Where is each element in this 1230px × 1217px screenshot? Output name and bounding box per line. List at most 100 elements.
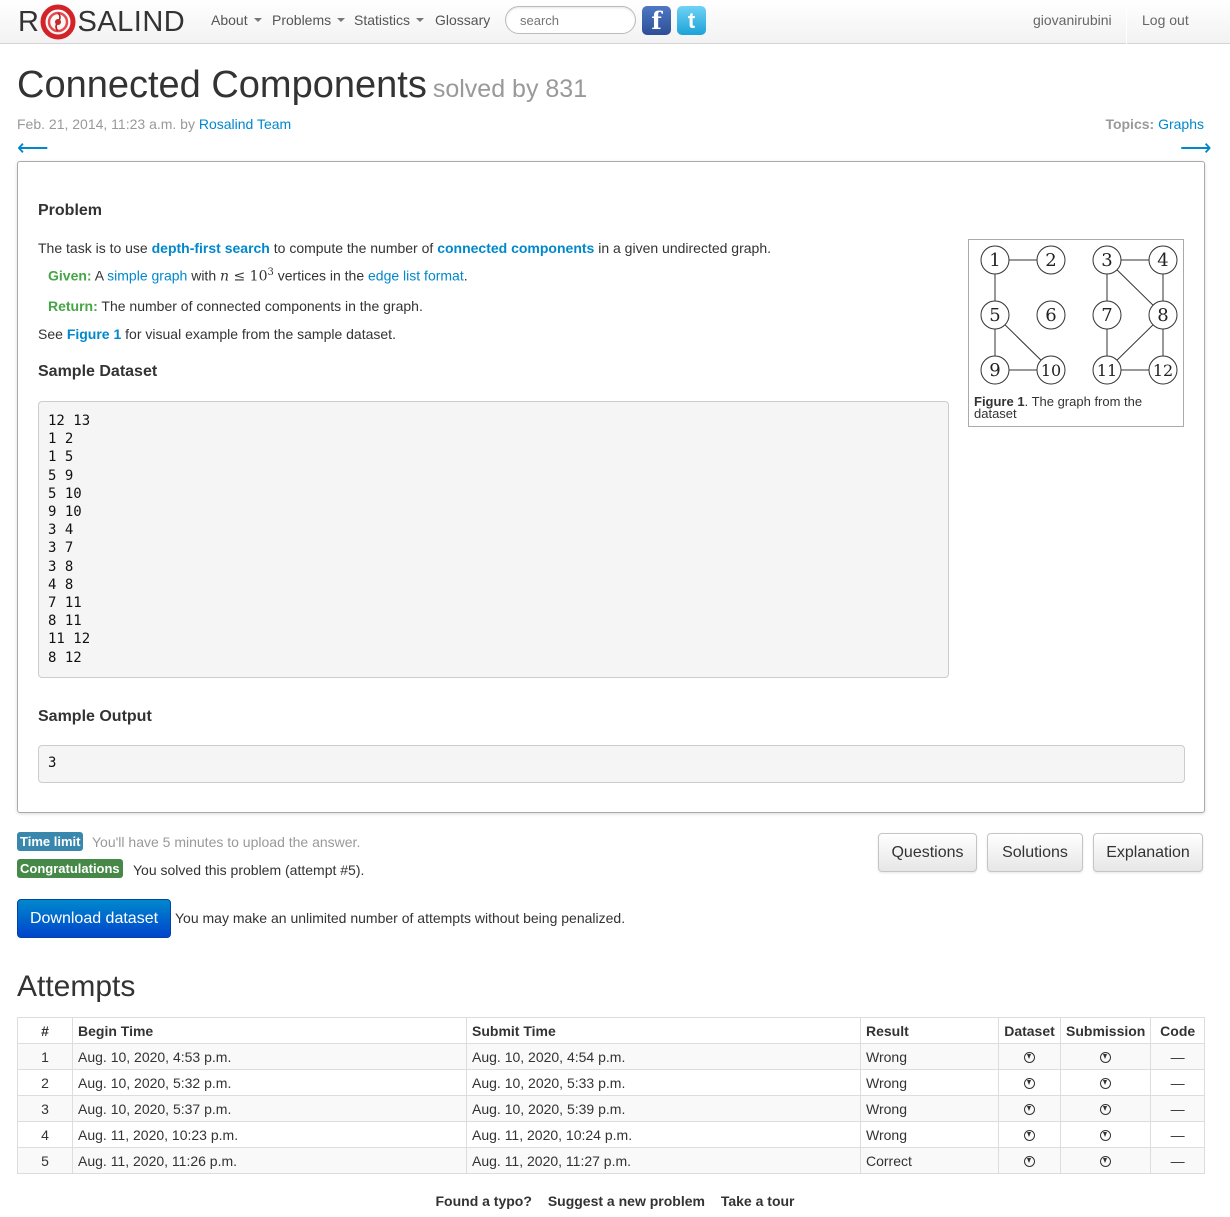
author-link[interactable]: Rosalind Team <box>199 116 291 132</box>
sample-output-heading: Sample Output <box>38 708 152 725</box>
download-icon[interactable] <box>1100 1077 1112 1089</box>
dataset-download[interactable] <box>998 1095 1061 1122</box>
nav-about[interactable]: About <box>211 12 262 28</box>
nav-statistics[interactable]: Statistics <box>354 12 425 28</box>
return-label: Return: <box>48 298 98 314</box>
download-icon[interactable] <box>1024 1103 1035 1115</box>
download-icon[interactable] <box>1024 1129 1035 1141</box>
problem-intro: The task is to use depth-first search to… <box>38 240 771 256</box>
found-typo-link[interactable]: Found a typo? <box>435 1193 531 1209</box>
download-icon[interactable] <box>1024 1155 1035 1167</box>
math-n: n <box>220 268 230 285</box>
download-dataset-button[interactable]: Download dataset <box>17 899 171 938</box>
download-icon[interactable] <box>1100 1129 1112 1141</box>
submission-download[interactable] <box>1059 1095 1152 1122</box>
dataset-line: 9 10 <box>48 504 82 521</box>
result: Wrong <box>860 1095 999 1122</box>
given-line: Given: A simple graph with n ≤ 103 verti… <box>48 267 468 285</box>
column-header: Submit Time <box>466 1017 861 1044</box>
graph-node-label: 4 <box>1157 250 1168 271</box>
nav-about-label: About <box>211 12 248 28</box>
dataset-download[interactable] <box>998 1121 1061 1148</box>
nav-problems-label: Problems <box>272 12 332 28</box>
attempt-number: 3 <box>17 1095 73 1122</box>
column-header: Code <box>1150 1017 1205 1044</box>
suggest-problem-link[interactable]: Suggest a new problem <box>548 1193 705 1209</box>
rosalind-logo[interactable]: R SALIND <box>18 3 185 41</box>
given-text: A <box>91 267 108 284</box>
begin-time: Aug. 11, 2020, 10:23 p.m. <box>72 1121 467 1148</box>
graph-node-label: 12 <box>1153 361 1173 380</box>
intro-text: The task is to use <box>38 240 152 256</box>
problem-title: Connected Components <box>17 64 427 106</box>
column-header: Result <box>860 1017 999 1044</box>
dataset-line: 12 13 <box>48 413 91 429</box>
solved-count: solved by 831 <box>432 75 588 103</box>
table-row: 5 Aug. 11, 2020, 11:26 p.m. Aug. 11, 2020,… <box>17 1147 1205 1174</box>
download-icon[interactable] <box>1024 1077 1035 1089</box>
graph-node-label: 11 <box>1097 361 1117 380</box>
code-cell: — <box>1150 1121 1205 1148</box>
column-header: Dataset <box>998 1017 1061 1044</box>
time-limit-badge: Time limit <box>17 832 84 851</box>
graph-node-label: 7 <box>1101 305 1112 326</box>
attempt-number: 4 <box>17 1121 73 1148</box>
download-icon[interactable] <box>1100 1155 1112 1167</box>
download-icon[interactable] <box>1100 1103 1112 1115</box>
result: Wrong <box>860 1069 999 1096</box>
math-bound: ≤ 10 <box>229 268 268 285</box>
result: Wrong <box>860 1043 999 1070</box>
dataset-download[interactable] <box>998 1043 1061 1070</box>
download-icon[interactable] <box>1024 1051 1035 1063</box>
explanation-button[interactable]: Explanation <box>1093 833 1203 872</box>
questions-button[interactable]: Questions <box>878 833 977 872</box>
congratulations-badge: Congratulations <box>17 859 123 878</box>
intro-text: in a given undirected graph. <box>594 240 772 256</box>
user-profile-link[interactable]: giovanirubini <box>1033 12 1112 28</box>
download-icon[interactable] <box>1100 1051 1112 1063</box>
edge-list-format-link[interactable]: edge list format <box>368 268 464 284</box>
dataset-line: 1 2 <box>48 431 74 448</box>
logo-text: SALIND <box>77 5 186 38</box>
dataset-download[interactable] <box>998 1069 1061 1096</box>
download-note: You may make an unlimited number of atte… <box>175 910 626 926</box>
facebook-icon[interactable]: f <box>642 6 671 35</box>
dataset-line: 3 7 <box>48 540 74 557</box>
search-input[interactable] <box>505 6 636 34</box>
submission-download[interactable] <box>1059 1121 1152 1148</box>
graph-node-label: 5 <box>989 305 1000 326</box>
result: Wrong <box>860 1121 999 1148</box>
submission-download[interactable] <box>1059 1043 1152 1070</box>
intro-text: to compute the number of <box>269 240 438 256</box>
take-tour-link[interactable]: Take a tour <box>721 1193 795 1209</box>
problem-meta: Feb. 21, 2014, 11:23 a.m. by Rosalind Te… <box>17 116 291 132</box>
next-problem-arrow-icon[interactable]: ⟶ <box>1180 135 1212 161</box>
simple-graph-link[interactable]: simple graph <box>107 268 187 284</box>
figure-link[interactable]: Figure 1 <box>67 326 121 342</box>
sample-output-block: 3 <box>38 745 1185 783</box>
return-line: Return: The number of connected componen… <box>48 298 423 314</box>
dataset-download[interactable] <box>998 1147 1061 1174</box>
graph-node-label: 1 <box>989 250 1000 271</box>
connected-components-link[interactable]: connected components <box>437 240 594 256</box>
submission-download[interactable] <box>1059 1069 1152 1096</box>
given-text: with <box>187 267 220 284</box>
submission-download[interactable] <box>1059 1147 1152 1174</box>
graph-node-label: 9 <box>989 360 1000 381</box>
topics: Topics: Graphs <box>1105 116 1204 132</box>
logout-link[interactable]: Log out <box>1142 12 1189 28</box>
nav-problems[interactable]: Problems <box>272 12 346 28</box>
twitter-icon[interactable]: t <box>677 6 706 35</box>
graph-figure: 1 2 3 4 5 6 7 8 9 10 11 12 Figure 1. The graph from… <box>968 239 1184 427</box>
dfs-link[interactable]: depth-first search <box>152 240 270 256</box>
prev-problem-arrow-icon[interactable]: ⟵ <box>17 135 49 161</box>
nav-glossary[interactable]: Glossary <box>435 12 490 28</box>
begin-time: Aug. 11, 2020, 11:26 p.m. <box>72 1147 467 1174</box>
table-row: 4 Aug. 11, 2020, 10:23 p.m. Aug. 11, 2020,… <box>17 1121 1205 1148</box>
solutions-button[interactable]: Solutions <box>987 833 1083 872</box>
figure-caption: Figure 1. The graph from the dataset <box>974 395 1179 420</box>
topic-link-graphs[interactable]: Graphs <box>1158 116 1204 132</box>
graph-node-label: 3 <box>1101 250 1112 271</box>
dataset-line: 5 10 <box>48 485 82 502</box>
attempt-number: 2 <box>17 1069 73 1096</box>
